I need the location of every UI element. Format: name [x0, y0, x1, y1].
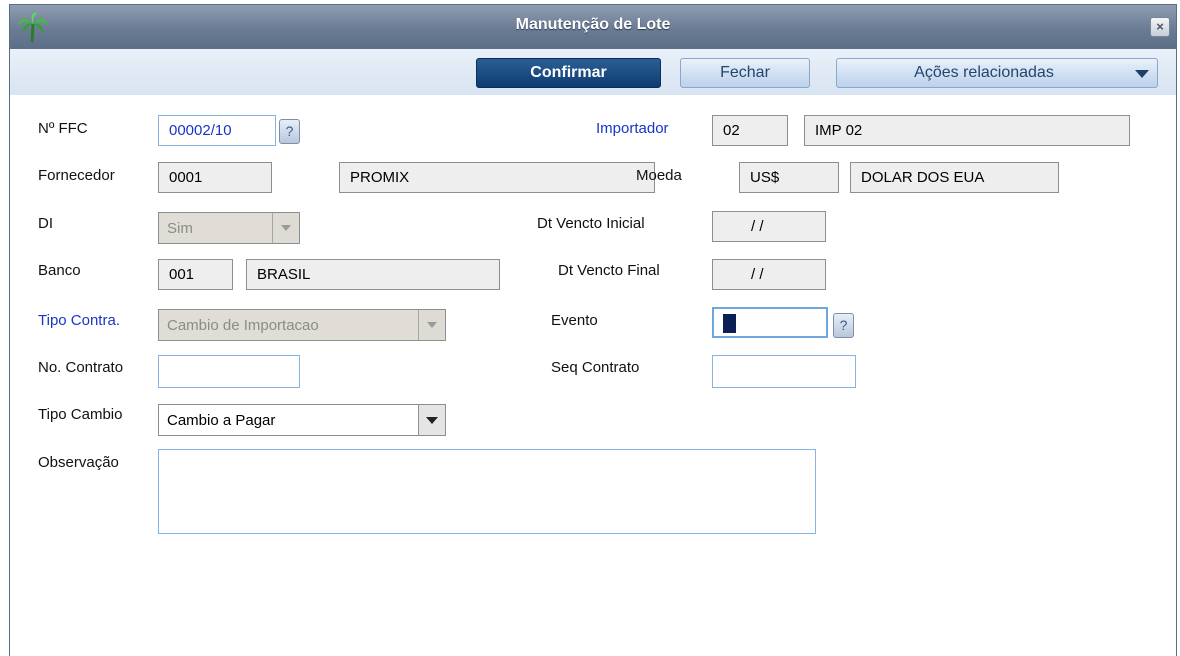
ffc-input[interactable]: 00002/10: [158, 115, 276, 146]
toolbar: Confirmar Fechar Ações relacionadas: [10, 49, 1176, 95]
banco-label: Banco: [38, 262, 81, 279]
importador-name-field: IMP 02: [804, 115, 1130, 146]
close-button[interactable]: Fechar: [680, 58, 810, 88]
fornecedor-name-field: PROMIX: [339, 162, 655, 193]
observacao-label: Observação: [38, 454, 119, 471]
di-label: DI: [38, 215, 53, 232]
tipo-cambio-label: Tipo Cambio: [38, 406, 123, 423]
evento-lookup-button[interactable]: ?: [833, 313, 854, 338]
fornecedor-code-field: 0001: [158, 162, 272, 193]
title-bar: Manutenção de Lote ×: [10, 5, 1176, 49]
chevron-down-icon: [1135, 70, 1149, 78]
chevron-down-icon: [281, 225, 291, 231]
chevron-down-icon: [427, 322, 437, 328]
dt-vencto-final-label: Dt Vencto Final: [558, 262, 660, 279]
di-select[interactable]: Sim: [158, 212, 300, 244]
dt-vencto-inicial-label: Dt Vencto Inicial: [537, 215, 645, 232]
tipo-cambio-select[interactable]: Cambio a Pagar: [158, 404, 446, 436]
importador-label: Importador: [596, 120, 669, 137]
dt-vencto-final-field: / /: [712, 259, 826, 290]
moeda-name-field: DOLAR DOS EUA: [850, 162, 1059, 193]
banco-code-field: 001: [158, 259, 233, 290]
no-contrato-label: No. Contrato: [38, 359, 124, 376]
dt-vencto-inicial-field: / /: [712, 211, 826, 242]
banco-name-field: BRASIL: [246, 259, 500, 290]
evento-label: Evento: [551, 312, 598, 329]
ffc-label: Nº FFC: [38, 120, 88, 137]
text-cursor: [723, 314, 736, 333]
related-actions-button[interactable]: Ações relacionadas: [836, 58, 1158, 88]
seq-contrato-label: Seq Contrato: [551, 359, 640, 376]
tipo-contra-label: Tipo Contra.: [38, 312, 120, 329]
window-title: Manutenção de Lote: [515, 16, 671, 33]
di-value: Sim: [167, 220, 193, 237]
close-window-button[interactable]: ×: [1150, 17, 1170, 37]
chevron-down-icon: [426, 417, 438, 424]
confirm-button[interactable]: Confirmar: [476, 58, 661, 88]
no-contrato-input[interactable]: [158, 355, 300, 388]
tipo-cambio-value: Cambio a Pagar: [167, 412, 276, 429]
ffc-lookup-button[interactable]: ?: [279, 119, 300, 144]
observacao-textarea[interactable]: [158, 449, 816, 534]
tipo-contra-select[interactable]: Cambio de Importacao: [158, 309, 446, 341]
fornecedor-label: Fornecedor: [38, 167, 115, 184]
seq-contrato-input[interactable]: [712, 355, 856, 388]
moeda-code-field: US$: [739, 162, 839, 193]
tipo-contra-value: Cambio de Importacao: [167, 317, 319, 334]
evento-input[interactable]: [712, 307, 828, 338]
related-actions-label: Ações relacionadas: [914, 64, 1054, 81]
importador-code-field: 02: [712, 115, 788, 146]
moeda-label: Moeda: [636, 167, 682, 184]
